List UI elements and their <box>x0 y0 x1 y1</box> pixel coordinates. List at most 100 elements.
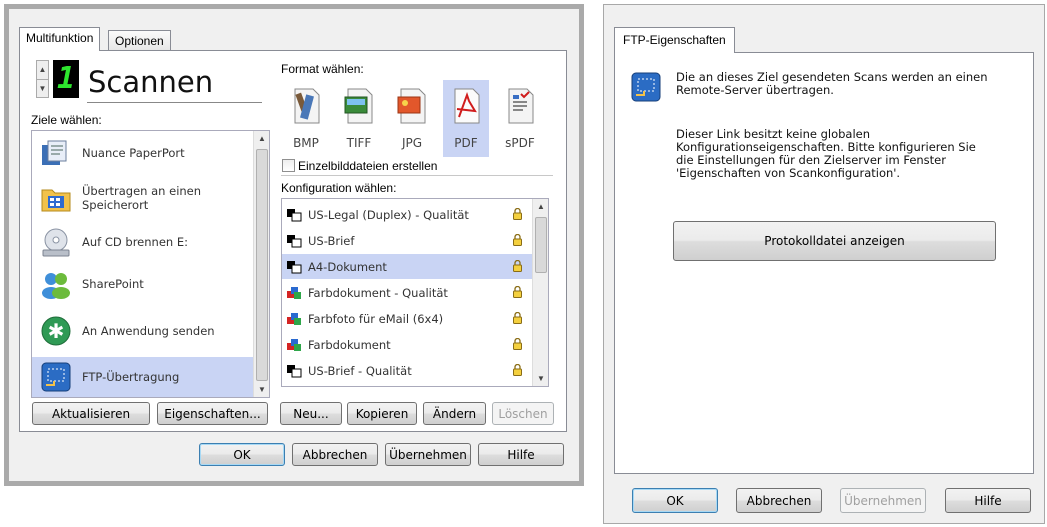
list-item-label: US-Brief <box>308 233 355 248</box>
bw-document-icon <box>286 260 302 274</box>
tiff-icon <box>342 85 376 125</box>
lock-icon <box>513 207 522 220</box>
tab-label: Multifunktion <box>26 31 94 45</box>
single-images-checkbox[interactable] <box>282 159 295 172</box>
apply-button[interactable]: Übernehmen <box>385 443 471 466</box>
list-item-transfer-to-storage[interactable]: Übertragen an einen Speicherort <box>32 175 254 221</box>
paperport-icon <box>40 137 72 169</box>
ok-button[interactable]: OK <box>199 443 285 466</box>
copy-button[interactable]: Kopieren <box>347 402 417 425</box>
format-label-text: PDF <box>454 136 478 150</box>
color-document-icon <box>286 338 302 352</box>
format-label: Format wählen: <box>281 62 364 76</box>
cancel-button[interactable]: Abbrechen <box>292 443 378 466</box>
format-selector: BMP TIFF JPG PDF sPDF <box>281 80 548 157</box>
spin-up-arrow-icon[interactable]: ▲ <box>37 61 48 79</box>
destination-list[interactable]: Nuance PaperPort Übertragen an einen Spe… <box>31 130 270 398</box>
tab-multifunktion[interactable]: Multifunktion <box>19 27 101 51</box>
list-item-config[interactable]: US-Brief <box>282 228 532 253</box>
divider <box>281 175 553 176</box>
jpg-icon <box>395 85 429 125</box>
show-log-button[interactable]: Protokolldatei anzeigen <box>673 221 996 261</box>
list-item-label: US-Brief - Qualität <box>308 363 412 378</box>
bw-document-icon <box>286 364 302 378</box>
list-item-label: US-Legal (Duplex) - Qualität <box>308 207 469 222</box>
info-text: Die an dieses Ziel gesendeten Scans werd… <box>676 70 988 97</box>
format-pdf[interactable]: PDF <box>443 80 489 157</box>
scroll-up-arrow-icon[interactable]: ▲ <box>533 202 548 211</box>
lock-icon <box>513 259 522 272</box>
delete-button[interactable]: Löschen <box>492 402 554 425</box>
list-item-burn-cd[interactable]: Auf CD brennen E: <box>32 221 254 263</box>
list-item-nuance-paperport[interactable]: Nuance PaperPort <box>32 131 254 175</box>
scroll-down-arrow-icon[interactable]: ▼ <box>533 374 548 383</box>
tab-optionen[interactable]: Optionen <box>108 30 171 50</box>
configuration-list-scrollbar[interactable]: ▲ ▼ <box>532 199 548 386</box>
scroll-thumb[interactable] <box>535 217 547 273</box>
tab-label: FTP-Eigenschaften <box>623 33 726 47</box>
sharepoint-icon <box>40 268 72 300</box>
folder-icon <box>40 182 72 214</box>
bmp-icon <box>289 85 323 125</box>
ftp-properties-dialog: FTP-Eigenschaften Die an dieses Ziel ges… <box>603 4 1045 524</box>
scroll-up-arrow-icon[interactable]: ▲ <box>254 134 269 143</box>
format-spdf[interactable]: sPDF <box>497 80 543 157</box>
list-item-config[interactable]: Farbdokument <box>282 332 532 357</box>
button-number-display: 1 <box>53 60 79 98</box>
list-item-ftp-transfer[interactable]: FTP-Übertragung <box>32 357 254 397</box>
lock-icon <box>513 337 522 350</box>
spdf-icon <box>503 85 537 125</box>
list-item-label: Farbdokument <box>308 337 391 352</box>
help-button[interactable]: Hilfe <box>945 488 1031 513</box>
config-label: Konfiguration wählen: <box>281 181 397 195</box>
cd-drive-icon <box>40 226 72 258</box>
list-item-config[interactable]: A4-Dokument <box>282 254 532 279</box>
ok-button[interactable]: OK <box>632 488 718 513</box>
format-bmp[interactable]: BMP <box>283 80 329 157</box>
send-to-app-icon: ✱ <box>40 315 72 347</box>
new-button[interactable]: Neu... <box>280 402 342 425</box>
tab-panel <box>614 52 1034 474</box>
lock-icon <box>513 311 522 324</box>
list-item-label: Übertragen an einen Speicherort <box>82 184 202 212</box>
tab-ftp-properties[interactable]: FTP-Eigenschaften <box>614 27 735 53</box>
bw-document-icon <box>286 208 302 222</box>
configuration-list[interactable]: US-Legal (Duplex) - Qualität US-Brief A4… <box>281 198 549 387</box>
properties-button[interactable]: Eigenschaften... <box>157 402 268 425</box>
list-item-config[interactable]: Farbfoto für eMail (6x4) <box>282 306 532 331</box>
destinations-label: Ziele wählen: <box>31 113 102 127</box>
svg-text:✱: ✱ <box>48 319 65 343</box>
button-number-spinner[interactable]: ▲ ▼ <box>36 60 49 98</box>
list-item-send-to-app[interactable]: ✱ An Anwendung senden <box>32 305 254 357</box>
scroll-thumb[interactable] <box>256 149 268 381</box>
list-item-label: An Anwendung senden <box>82 324 215 338</box>
list-item-config[interactable]: US-Brief - Qualität <box>282 358 532 383</box>
bw-document-icon <box>286 234 302 248</box>
ftp-icon <box>630 71 662 103</box>
cancel-button[interactable]: Abbrechen <box>736 488 822 513</box>
format-label-text: sPDF <box>505 136 535 150</box>
lock-icon <box>513 363 522 376</box>
format-jpg[interactable]: JPG <box>389 80 435 157</box>
refresh-button[interactable]: Aktualisieren <box>32 402 150 425</box>
list-item-label: SharePoint <box>82 277 144 291</box>
format-tiff[interactable]: TIFF <box>336 80 382 157</box>
list-item-config[interactable]: Farbdokument - Qualität <box>282 280 532 305</box>
destination-list-scrollbar[interactable]: ▲ ▼ <box>253 131 269 397</box>
list-item-label: Farbfoto für eMail (6x4) <box>308 311 444 326</box>
scroll-down-arrow-icon[interactable]: ▼ <box>254 385 269 394</box>
note-text: Dieser Link besitzt keine globalen Konfi… <box>676 127 976 180</box>
color-document-icon <box>286 312 302 326</box>
single-images-label: Einzelbilddateien erstellen <box>298 159 438 173</box>
button-title: Scannen <box>88 65 214 99</box>
apply-button[interactable]: Übernehmen <box>840 488 926 513</box>
list-item-sharepoint[interactable]: SharePoint <box>32 263 254 305</box>
help-button[interactable]: Hilfe <box>478 443 564 466</box>
spin-down-arrow-icon[interactable]: ▼ <box>37 79 48 97</box>
lock-icon <box>513 285 522 298</box>
title-underline <box>87 102 262 103</box>
list-item-label: Auf CD brennen E: <box>82 235 188 249</box>
list-item-label: A4-Dokument <box>308 259 387 274</box>
edit-button[interactable]: Ändern <box>423 402 486 425</box>
list-item-config[interactable]: US-Legal (Duplex) - Qualität <box>282 202 532 227</box>
